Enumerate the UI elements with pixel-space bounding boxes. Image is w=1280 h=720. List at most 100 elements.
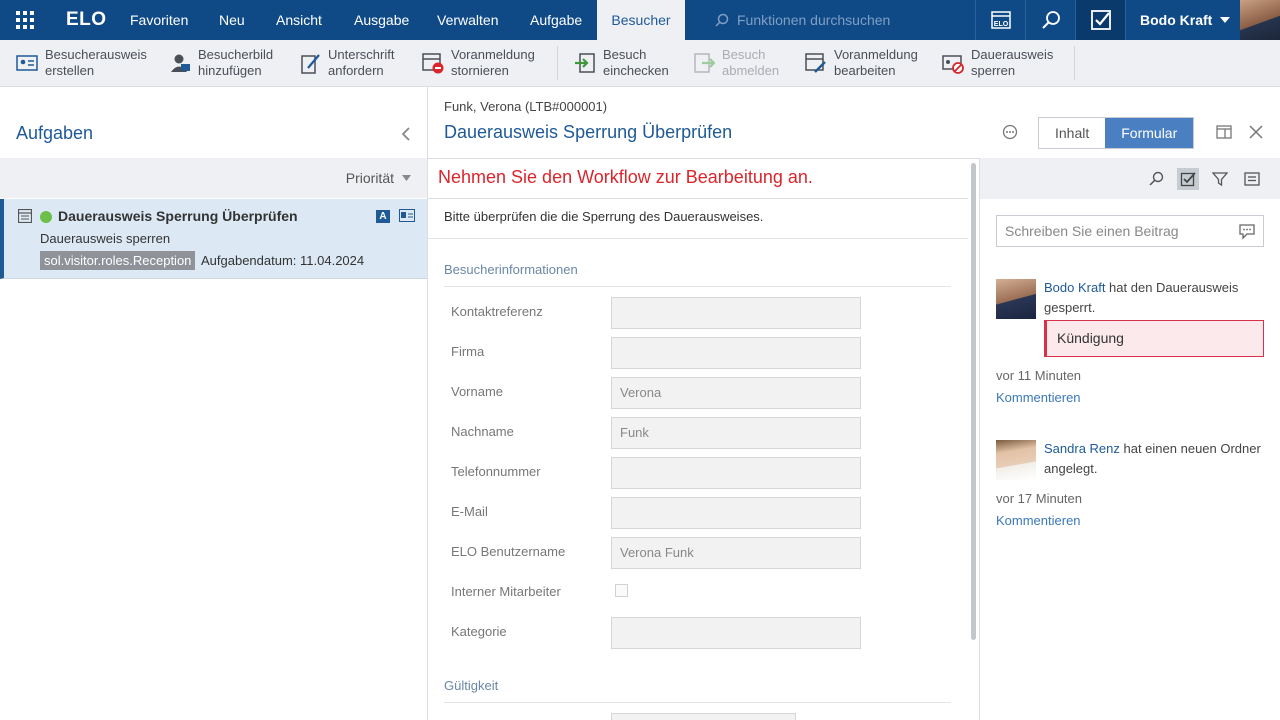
tab-formular[interactable]: Formular (1105, 118, 1194, 148)
feed-filter-tasks-button[interactable] (1177, 168, 1199, 190)
search-icon (1149, 171, 1164, 186)
ribbon-label: sperren (971, 63, 1016, 78)
checkin-icon (575, 53, 595, 73)
elo-username-field[interactable]: Verona Funk (611, 537, 861, 569)
divider (428, 238, 968, 239)
feed-filter-button[interactable] (1209, 168, 1231, 190)
email-field[interactable] (611, 497, 861, 529)
ribbon-label: Besucherausweis (45, 47, 147, 62)
feed-toolbar (980, 158, 1280, 199)
feed-options-button[interactable] (1241, 168, 1263, 190)
feed-author-link[interactable]: Sandra Renz (1044, 441, 1120, 456)
tasks-button[interactable] (1075, 0, 1125, 40)
nachname-field[interactable]: Funk (611, 417, 861, 449)
nav-neu[interactable]: Neu (219, 0, 245, 40)
ribbon-label: Voranmeldung (834, 47, 918, 62)
layout-icon[interactable] (1216, 124, 1232, 140)
ribbon-create-badge-button[interactable]: Besucherausweis erstellen (16, 47, 147, 79)
ribbon-toolbar: Besucherausweis erstellen Besucherbild hin… (0, 40, 1280, 87)
close-icon[interactable] (1249, 124, 1263, 140)
page-title: Dauerausweis Sperrung Überprüfen (444, 122, 733, 142)
feed-search-button[interactable] (1145, 168, 1167, 190)
filter-icon (1212, 172, 1228, 187)
telefonnummer-field[interactable] (611, 457, 861, 489)
nav-verwalten[interactable]: Verwalten (437, 0, 498, 40)
app-launcher-button[interactable] (0, 0, 50, 40)
elo-logo: ELO (66, 9, 107, 30)
comment-bubble-icon (1239, 224, 1255, 240)
field-label-telefonnummer: Telefonnummer (451, 464, 541, 479)
ribbon-label: erstellen (45, 63, 95, 78)
divider (444, 286, 951, 287)
ribbon-request-signature-button[interactable]: Unterschrift anfordern (299, 47, 394, 79)
document-view-icon: ELO (990, 11, 1011, 29)
validity-field[interactable] (611, 713, 796, 720)
feed-timestamp: vor 11 Minuten (996, 368, 1082, 383)
nav-aufgabe[interactable]: Aufgabe (530, 0, 582, 40)
elo-view-button[interactable]: ELO (975, 0, 1025, 40)
field-label-kontaktreferenz: Kontaktreferenz (451, 304, 543, 319)
task-list-item[interactable]: Dauerausweis Sperrung Überprüfen A Dauer… (0, 199, 427, 279)
function-search[interactable]: Funktionen durchsuchen (685, 0, 975, 40)
ribbon-label: Voranmeldung (451, 47, 535, 62)
top-navigation-bar: ELO Favoriten Neu Ansicht Ausgabe Verwal… (0, 0, 1280, 40)
sort-dropdown[interactable]: Priorität (346, 170, 411, 186)
edit-registration-icon (805, 53, 826, 73)
internal-employee-checkbox[interactable] (615, 584, 628, 597)
nav-ansicht[interactable]: Ansicht (276, 0, 322, 40)
kontaktreferenz-field[interactable] (611, 297, 861, 329)
svg-text:ELO: ELO (993, 21, 1008, 28)
panel-divider (427, 87, 428, 720)
user-avatar[interactable] (1240, 0, 1280, 40)
tab-inhalt[interactable]: Inhalt (1039, 118, 1105, 148)
list-icon (1244, 172, 1260, 186)
post-input[interactable]: Schreiben Sie einen Beitrag (996, 215, 1264, 247)
kategorie-field[interactable] (611, 617, 861, 649)
ribbon-cancel-registration-button[interactable]: Voranmeldung stornieren (422, 47, 535, 79)
ribbon-label: Besuch (603, 47, 647, 62)
sort-bar: Priorität (0, 158, 427, 198)
avatar (996, 279, 1036, 319)
field-label-nachname: Nachname (451, 424, 514, 439)
ribbon-block-badge-button[interactable]: Dauerausweis sperren (942, 47, 1053, 79)
scrollbar-thumb[interactable] (971, 163, 976, 640)
nav-ausgabe[interactable]: Ausgabe (354, 0, 409, 40)
panel-divider (979, 158, 980, 720)
section-visitor-info: Besucherinformationen (444, 262, 578, 277)
divider (428, 198, 968, 199)
ribbon-separator (557, 46, 558, 80)
ribbon-label: bearbeiten (834, 63, 896, 78)
task-type-badge: A (376, 210, 390, 223)
collapse-panel-icon[interactable] (400, 126, 412, 142)
firma-field[interactable] (611, 337, 861, 369)
user-menu[interactable]: Bodo Kraft (1125, 0, 1240, 40)
ribbon-add-photo-button[interactable]: Besucherbild hinzufügen (169, 47, 273, 79)
ribbon-label: hinzufügen (198, 63, 262, 78)
user-name: Bodo Kraft (1140, 12, 1213, 28)
ribbon-checkout-button[interactable]: Besuch abmelden (693, 47, 779, 79)
signature-icon (301, 54, 320, 74)
feed-quote: Kündigung (1044, 320, 1264, 357)
search-button[interactable] (1025, 0, 1075, 40)
checkbox-tick-icon (1180, 172, 1196, 187)
sort-label: Priorität (345, 170, 394, 186)
vorname-field[interactable]: Verona (611, 377, 861, 409)
ribbon-label: Dauerausweis (971, 47, 1054, 62)
task-role-badge: sol.visitor.roles.Reception (40, 251, 196, 270)
ribbon-checkin-button[interactable]: Besuch einchecken (574, 47, 669, 79)
feed-timestamp: vor 17 Minuten (996, 491, 1082, 506)
feed-author-link[interactable]: Bodo Kraft (1044, 280, 1105, 295)
tasks-panel-title: Aufgaben (16, 123, 94, 143)
field-label-kategorie: Kategorie (451, 624, 507, 639)
field-label-email: E-Mail (451, 504, 488, 519)
task-date: Aufgabendatum: 11.04.2024 (201, 253, 365, 268)
nav-favoriten[interactable]: Favoriten (130, 0, 188, 40)
comment-link[interactable]: Kommentieren (996, 390, 1081, 405)
block-badge-icon (942, 55, 964, 74)
feed-toggle-icon[interactable] (1002, 124, 1018, 140)
ribbon-edit-registration-button[interactable]: Voranmeldung bearbeiten (805, 47, 918, 79)
task-subtitle: Dauerausweis sperren (40, 231, 171, 246)
checkbox-tick-icon (1090, 10, 1111, 30)
nav-besucher[interactable]: Besucher (597, 0, 685, 40)
comment-link[interactable]: Kommentieren (996, 513, 1081, 528)
